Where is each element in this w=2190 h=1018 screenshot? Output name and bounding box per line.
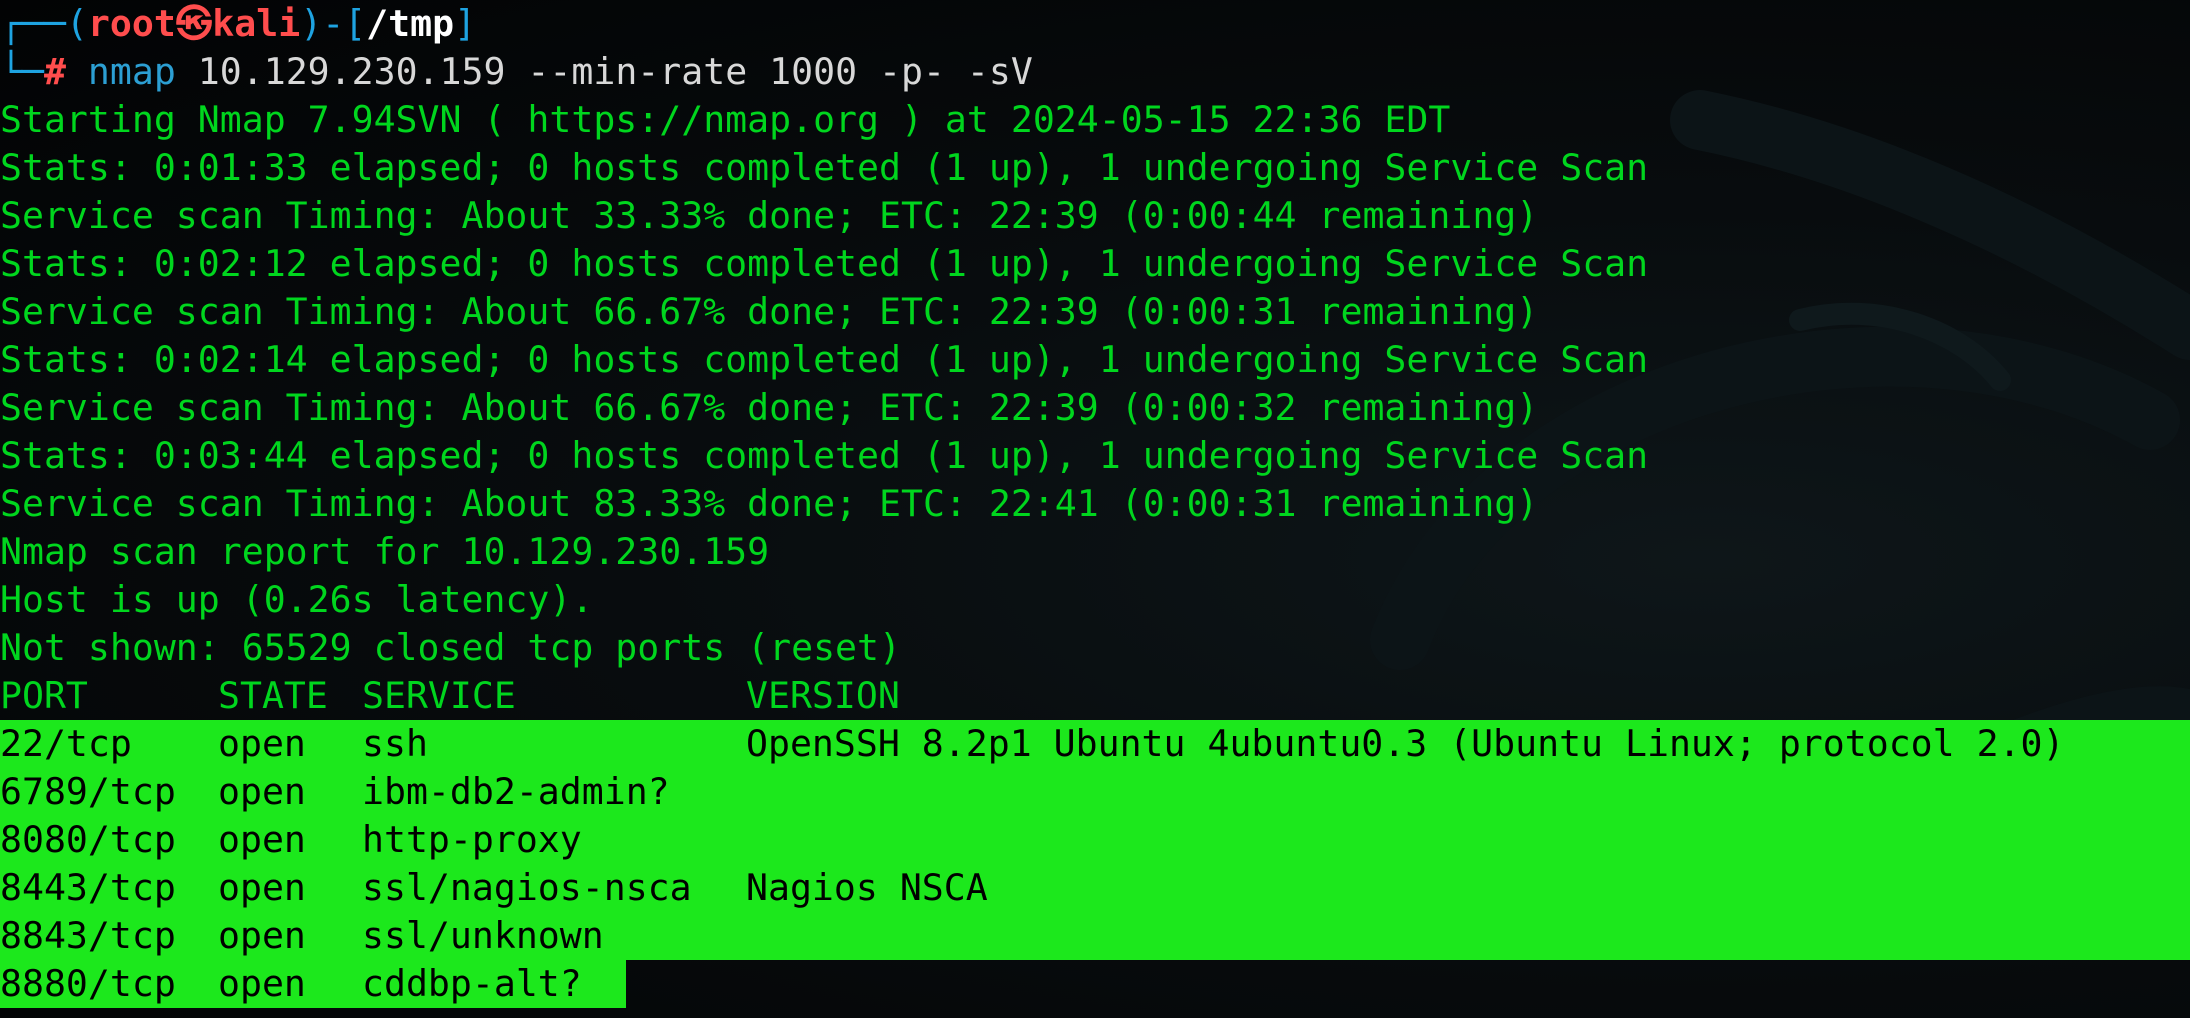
output-line: Service scan Timing: About 83.33% done; … xyxy=(0,482,1539,525)
port-state: open xyxy=(218,866,306,909)
prompt-line: ┌──(root㉿kali)-[/tmp] xyxy=(0,0,2190,48)
prompt-separator: )-[ xyxy=(300,2,367,45)
output-line: Stats: 0:01:33 elapsed; 0 hosts complete… xyxy=(0,146,1649,189)
output-line: Nmap scan report for 10.129.230.159 xyxy=(0,530,770,573)
port-state: open xyxy=(218,962,306,1005)
output-line: Service scan Timing: About 66.67% done; … xyxy=(0,290,1539,333)
prompt-path: /tmp xyxy=(366,2,455,45)
header-port: PORT xyxy=(0,674,88,717)
port-number: 6789/tcp xyxy=(0,770,176,813)
port-number: 22/tcp xyxy=(0,722,132,765)
port-service: ssh xyxy=(362,722,428,765)
port-service: cddbp-alt? xyxy=(362,962,582,1005)
command-program: nmap xyxy=(87,50,176,93)
port-number: 8880/tcp xyxy=(0,962,176,1005)
output-line: Starting Nmap 7.94SVN ( https://nmap.org… xyxy=(0,98,1451,141)
port-row-selected[interactable]: 8443/tcp open ssl/nagios-nsca Nagios NSCA xyxy=(0,864,2190,912)
port-service: ssl/unknown xyxy=(362,914,604,957)
port-state: open xyxy=(218,770,306,813)
port-row-selected[interactable]: 8080/tcp open http-proxy xyxy=(0,816,2190,864)
port-number: 8080/tcp xyxy=(0,818,176,861)
port-state: open xyxy=(218,722,306,765)
header-state: STATE xyxy=(218,674,328,717)
port-version: OpenSSH 8.2p1 Ubuntu 4ubuntu0.3 (Ubuntu … xyxy=(746,722,2065,765)
prompt-user-host: root㉿kali xyxy=(87,2,301,45)
terminal-window[interactable]: ┌──(root㉿kali)-[/tmp] └─# nmap 10.129.23… xyxy=(0,0,2190,1018)
header-version: VERSION xyxy=(746,674,900,717)
port-service: http-proxy xyxy=(362,818,582,861)
root-prompt-symbol: # xyxy=(43,50,66,93)
output-line: Not shown: 65529 closed tcp ports (reset… xyxy=(0,626,901,669)
port-row-selected[interactable]: 22/tcp open ssh OpenSSH 8.2p1 Ubuntu 4ubunt… xyxy=(0,720,2190,768)
port-state: open xyxy=(218,818,306,861)
port-version: Nagios NSCA xyxy=(746,866,988,909)
port-state: open xyxy=(218,914,306,957)
prompt-corner-top: ┌──( xyxy=(0,2,88,45)
header-service: SERVICE xyxy=(362,674,516,717)
output-line: Stats: 0:02:12 elapsed; 0 hosts complete… xyxy=(0,242,1649,285)
output-line: Service scan Timing: About 33.33% done; … xyxy=(0,194,1539,237)
port-table-header: PORT STATE SERVICE VERSION xyxy=(0,672,2190,720)
prompt-bracket: ] xyxy=(454,2,477,45)
port-number: 8443/tcp xyxy=(0,866,176,909)
terminal-output[interactable]: ┌──(root㉿kali)-[/tmp] └─# nmap 10.129.23… xyxy=(0,0,2190,1008)
port-number: 8843/tcp xyxy=(0,914,176,957)
output-line: Stats: 0:03:44 elapsed; 0 hosts complete… xyxy=(0,434,1649,477)
output-line: Host is up (0.26s latency). xyxy=(0,578,594,621)
command-arguments: 10.129.230.159 --min-rate 1000 -p- -sV xyxy=(175,50,1033,93)
port-row-selected[interactable]: 6789/tcp open ibm-db2-admin? xyxy=(0,768,2190,816)
port-row-selected[interactable]: 8843/tcp open ssl/unknown xyxy=(0,912,2190,960)
port-service: ibm-db2-admin? xyxy=(362,770,670,813)
output-line: Stats: 0:02:14 elapsed; 0 hosts complete… xyxy=(0,338,1649,381)
command-line[interactable]: └─# nmap 10.129.230.159 --min-rate 1000 … xyxy=(0,48,2190,96)
port-service: ssl/nagios-nsca xyxy=(362,866,692,909)
output-line: Service scan Timing: About 66.67% done; … xyxy=(0,386,1539,429)
prompt-corner-bottom: └─ xyxy=(0,50,44,93)
port-row-selected-partial[interactable]: 8880/tcp open cddbp-alt? xyxy=(0,960,2190,1008)
